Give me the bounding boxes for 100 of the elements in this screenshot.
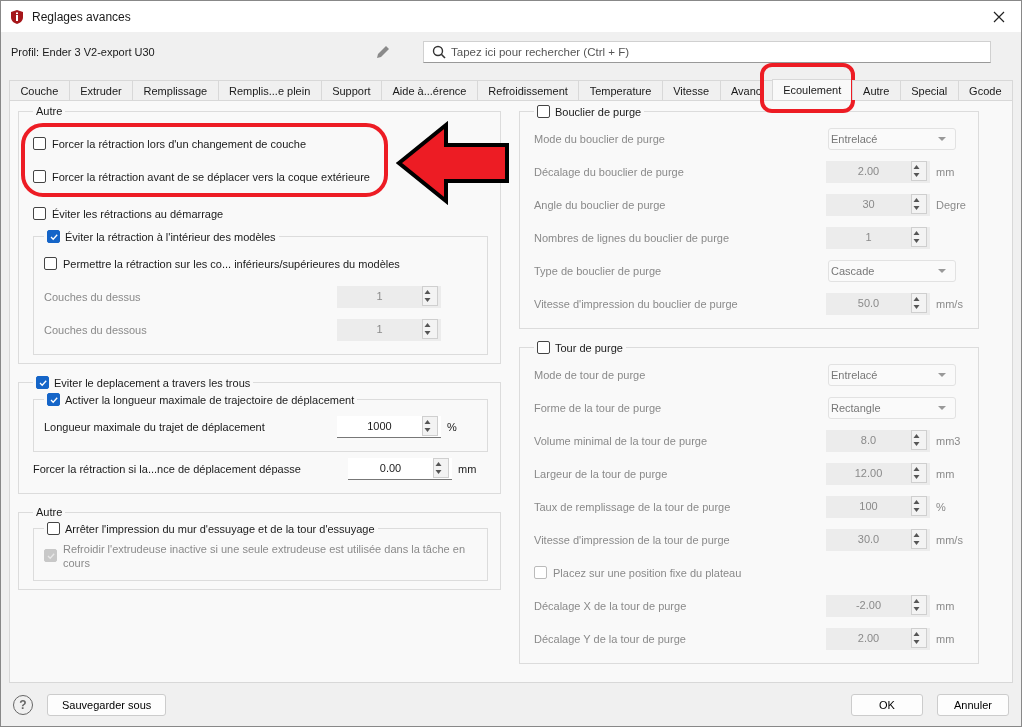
pencil-icon (374, 43, 392, 61)
group-title: Arrêter l'impression du mur d'essuyage et de la tour d'essuyage (65, 522, 375, 535)
up-arrow-icon (912, 163, 921, 171)
search-field[interactable]: Tapez ici pour rechercher (Ctrl + F) (423, 41, 991, 63)
up-arrow-icon (423, 418, 432, 426)
tab[interactable]: Aide à...érence (381, 80, 477, 100)
group-title: Autre (36, 105, 63, 117)
field-label: Taux de remplissage de la tour de purge (534, 499, 732, 514)
cancel-button[interactable]: Annuler (937, 694, 1009, 716)
checkbox[interactable] (36, 376, 49, 389)
unit-label: Degre (936, 198, 966, 211)
checkbox-label: Éviter les rétractions au démarrage (52, 206, 224, 221)
unit-label: mm/s (936, 533, 963, 546)
tab[interactable]: Couche (9, 80, 69, 100)
search-icon (432, 45, 446, 59)
group-title: Autre (36, 506, 63, 518)
group-title: Éviter la rétraction à l'intérieur des modèles (65, 230, 276, 243)
down-arrow-icon (912, 539, 921, 547)
field-label: Décalage du bouclier de purge (534, 164, 685, 179)
tab[interactable]: Special (899, 80, 958, 100)
unit-label: mm (936, 165, 955, 178)
checkbox[interactable] (47, 522, 60, 535)
checkbox-label: Refroidir l'extrudeuse inactive si une seule extrudeuse est utilisée dans la tâche en cours (63, 541, 466, 570)
unit-label: % (447, 420, 457, 433)
group-title: Tour de purge (555, 341, 623, 354)
unit-label: mm (936, 467, 955, 480)
field-label: Largeur de la tour de purge (534, 466, 669, 481)
field-label: Couches du dessous (44, 322, 148, 337)
save-as-button[interactable]: Sauvegarder sous (47, 694, 167, 716)
field-label: Décalage X de la tour de purge (534, 598, 688, 613)
up-arrow-icon (912, 597, 921, 605)
up-arrow-icon (912, 531, 921, 539)
checkbox[interactable] (47, 230, 60, 243)
checkbox[interactable] (537, 105, 550, 118)
caret-icon (937, 267, 947, 274)
field-label: Vitesse d'impression de la tour de purge (534, 532, 731, 547)
field-label: Volume minimal de la tour de purge (534, 433, 709, 448)
number-field[interactable]: 1000 (337, 415, 441, 438)
close-icon (993, 10, 1005, 23)
app-logo-icon (9, 8, 25, 25)
tab[interactable]: Gcode (957, 80, 1013, 100)
unit-label: % (936, 500, 946, 513)
up-arrow-icon (912, 229, 921, 237)
up-arrow-icon (912, 295, 921, 303)
field-label: Vitesse d'impression du bouclier de purge (534, 296, 739, 311)
tab[interactable]: Autre (851, 80, 900, 100)
tab[interactable]: Extruder (68, 80, 133, 100)
down-arrow-icon (423, 426, 432, 434)
field-label: Longueur maximale du trajet de déplacement (44, 419, 266, 434)
checkbox[interactable] (33, 170, 46, 183)
up-arrow-icon (423, 288, 432, 296)
group-title: Activer la longueur maximale de trajectoire de déplacement (65, 393, 355, 406)
down-arrow-icon (912, 605, 921, 613)
unit-label: mm/s (936, 297, 963, 310)
checkbox[interactable] (33, 137, 46, 150)
up-arrow-icon (912, 465, 921, 473)
caret-icon (937, 135, 947, 142)
unit-label: mm (458, 462, 477, 475)
tab[interactable]: Ecoulement (771, 79, 852, 100)
unit-label: mm (936, 599, 955, 612)
up-arrow-icon (912, 432, 921, 440)
down-arrow-icon (912, 638, 921, 646)
field-label: Couches du dessus (44, 289, 142, 304)
field-label: Type de bouclier de purge (534, 263, 663, 278)
up-arrow-icon (912, 630, 921, 638)
tab[interactable]: Remplissage (132, 80, 218, 100)
down-arrow-icon (423, 329, 432, 337)
checkbox[interactable] (33, 207, 46, 220)
tab[interactable]: Remplis...e plein (217, 80, 321, 100)
checkbox[interactable] (537, 341, 550, 354)
field-label: Angle du bouclier de purge (534, 197, 667, 212)
number-field[interactable]: 0.00 (348, 457, 452, 480)
field-label: Nombres de lignes du bouclier de purge (534, 230, 731, 245)
ok-button[interactable]: OK (851, 694, 923, 716)
tab[interactable]: Refroidissement (476, 80, 579, 100)
checkbox[interactable] (47, 393, 60, 406)
down-arrow-icon (912, 440, 921, 448)
down-arrow-icon (912, 204, 921, 212)
field-label: Décalage Y de la tour de purge (534, 631, 687, 646)
up-arrow-icon (912, 498, 921, 506)
group-title: Bouclier de purge (555, 105, 642, 118)
tab[interactable]: Temperature (578, 80, 662, 100)
profile-label: Profil: Ender 3 V2-export U30 (11, 46, 156, 58)
down-arrow-icon (912, 237, 921, 245)
up-arrow-icon (912, 196, 921, 204)
up-arrow-icon (434, 460, 443, 468)
field-label: Mode de tour de purge (534, 367, 647, 382)
checkbox-label: Permettre la rétraction sur les co... inférieurs/supérieures du modèles (63, 256, 400, 271)
checkbox[interactable] (44, 257, 57, 270)
checkbox-label: Forcer la rétraction avant de se déplacer vers la coque extérieure (52, 169, 370, 184)
tab[interactable]: Support (320, 80, 382, 100)
unit-label: mm3 (936, 434, 961, 447)
down-arrow-icon (423, 296, 432, 304)
field-label: Forcer la rétraction si la...nce de déplacement dépasse (33, 461, 302, 476)
group-title: Eviter le deplacement a travers les trous (54, 376, 251, 389)
caret-icon (937, 404, 947, 411)
field-label: Forme de la tour de purge (534, 400, 663, 415)
unit-label: mm (936, 632, 955, 645)
caret-icon (937, 371, 947, 378)
tab[interactable]: Vitesse (661, 80, 720, 100)
